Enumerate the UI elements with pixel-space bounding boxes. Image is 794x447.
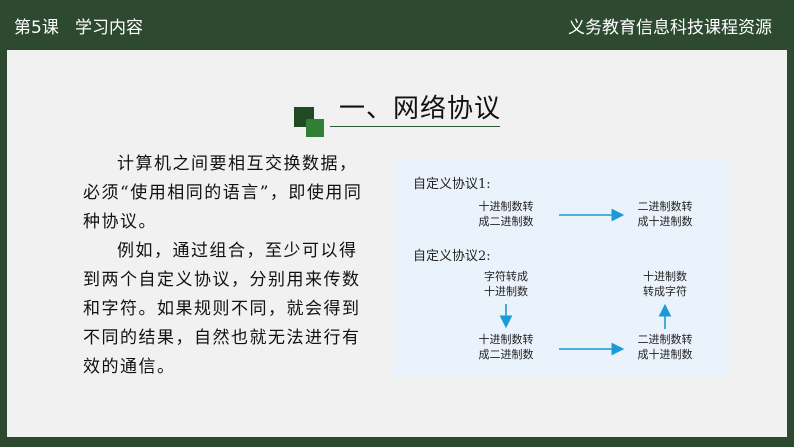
- lesson-number: 第5课: [14, 18, 59, 38]
- course-name: 义务教育信息科技课程资源: [568, 18, 772, 38]
- header-bar: 第5课 学习内容 义务教育信息科技课程资源: [0, 0, 794, 50]
- section-name: 学习内容: [75, 18, 144, 38]
- page-title: 一、网络协议: [339, 94, 502, 124]
- paragraph-1: 计算机之间要相互交换数据，必须“使用相同的语言”，即使用同种协议。: [83, 154, 363, 232]
- diagram-arrows: [499, 208, 672, 356]
- paragraph-2: 例如，通过组合，至少可以得到两个自定义协议，分别用来传数和字符。如果规则不同，就…: [83, 241, 361, 377]
- footer-bar: [0, 437, 794, 447]
- protocol-diagram: 自定义协议1: 十进制数转 成二进制数 二进制数转 成十进制数 自定义协议2: …: [393, 159, 729, 376]
- lesson-title: 第5课 学习内容: [14, 13, 143, 38]
- title-underline: [330, 126, 500, 127]
- square-logo-icon: [294, 107, 324, 137]
- body-text: 计算机之间要相互交换数据，必须“使用相同的语言”，即使用同种协议。 例如，通过组…: [83, 150, 373, 382]
